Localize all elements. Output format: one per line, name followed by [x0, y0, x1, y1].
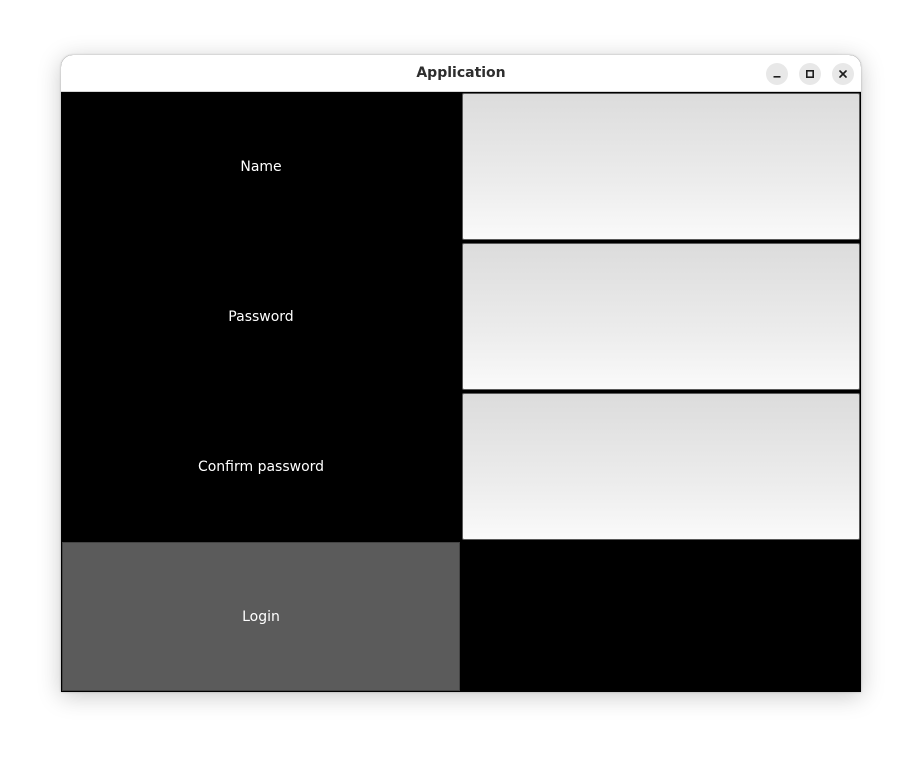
confirm-password-input[interactable]: [462, 393, 860, 540]
title-bar[interactable]: Application: [61, 55, 861, 92]
window-title: Application: [416, 65, 506, 81]
close-button[interactable]: [832, 63, 854, 85]
minimize-icon: [773, 76, 781, 78]
maximize-icon: [805, 69, 815, 79]
login-button[interactable]: Login: [62, 542, 460, 691]
close-icon: [839, 70, 847, 78]
password-input[interactable]: [462, 243, 860, 390]
application-window: Application Name Password Confirm passwo…: [61, 55, 861, 692]
form-grid: Name Password Confirm password Login: [61, 92, 861, 692]
maximize-button[interactable]: [799, 63, 821, 85]
minimize-button[interactable]: [766, 63, 788, 85]
password-label: Password: [228, 309, 294, 325]
name-input[interactable]: [462, 93, 860, 240]
confirm-password-label: Confirm password: [197, 459, 325, 475]
name-label: Name: [240, 159, 282, 175]
